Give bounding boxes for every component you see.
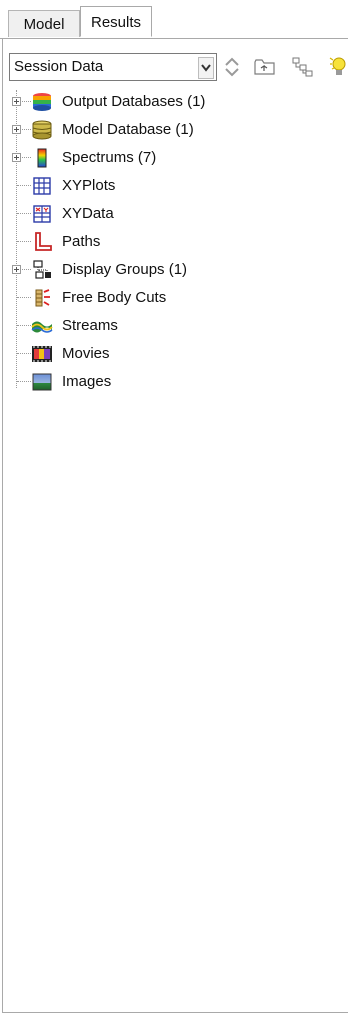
expand-icon[interactable] [12,125,21,134]
tree-item-streams[interactable]: Streams [3,314,343,340]
output-databases-icon [31,92,53,112]
tree-item-label: Spectrums (7) [62,149,157,166]
model-database-icon [31,120,53,140]
chevron-down-icon[interactable] [198,57,214,79]
tree-item-movies[interactable]: Movies [3,342,343,368]
tree-item-xydata[interactable]: XYData [3,202,343,228]
tree-item-label: XYPlots [62,177,116,194]
tab-results[interactable]: Results [80,6,152,37]
tree-item-label: Streams [62,317,118,334]
xyplots-icon [31,176,53,196]
expand-icon[interactable] [12,265,21,274]
session-data-combo[interactable]: Session Data [9,53,217,81]
tree-item-label: Display Groups (1) [62,261,188,278]
parent-folder-icon[interactable] [253,55,277,79]
tree-item-images[interactable]: Images [3,370,343,396]
combo-value: Session Data [14,58,104,75]
movies-icon [31,344,53,364]
tree-item-free-body-cuts[interactable]: Free Body Cuts [3,286,343,312]
expand-icon[interactable] [12,153,21,162]
tab-bar: Model Results [0,0,348,39]
spinner-icon[interactable] [223,55,241,79]
paths-icon [31,232,53,252]
results-panel: Session Data Output Databases (1) Model … [2,38,348,1013]
tree-item-label: Model Database (1) [62,121,194,138]
tree-item-label: Images [62,373,112,390]
tree-item-spectrums[interactable]: Spectrums (7) [3,146,343,172]
tree-item-xyplots[interactable]: XYPlots [3,174,343,200]
expand-icon[interactable] [12,97,21,106]
tree-item-label: Output Databases (1) [62,93,206,110]
tree-item-label: Movies [62,345,110,362]
free-body-cuts-icon [31,288,53,308]
streams-icon [31,316,53,336]
tree-item-model-database[interactable]: Model Database (1) [3,118,343,144]
tab-model[interactable]: Model [8,10,80,37]
lightbulb-icon[interactable] [329,55,347,79]
tree-item-label: Paths [62,233,101,250]
tree-filter-icon[interactable] [291,55,315,79]
xydata-icon [31,204,53,224]
display-groups-icon [31,260,53,280]
tree-item-output-databases[interactable]: Output Databases (1) [3,90,343,116]
tree-item-label: Free Body Cuts [62,289,167,306]
tree-item-paths[interactable]: Paths [3,230,343,256]
spectrums-icon [31,148,53,168]
toolbar: Session Data [9,53,347,83]
tree-item-display-groups[interactable]: Display Groups (1) [3,258,343,284]
tree-item-label: XYData [62,205,114,222]
images-icon [31,372,53,392]
